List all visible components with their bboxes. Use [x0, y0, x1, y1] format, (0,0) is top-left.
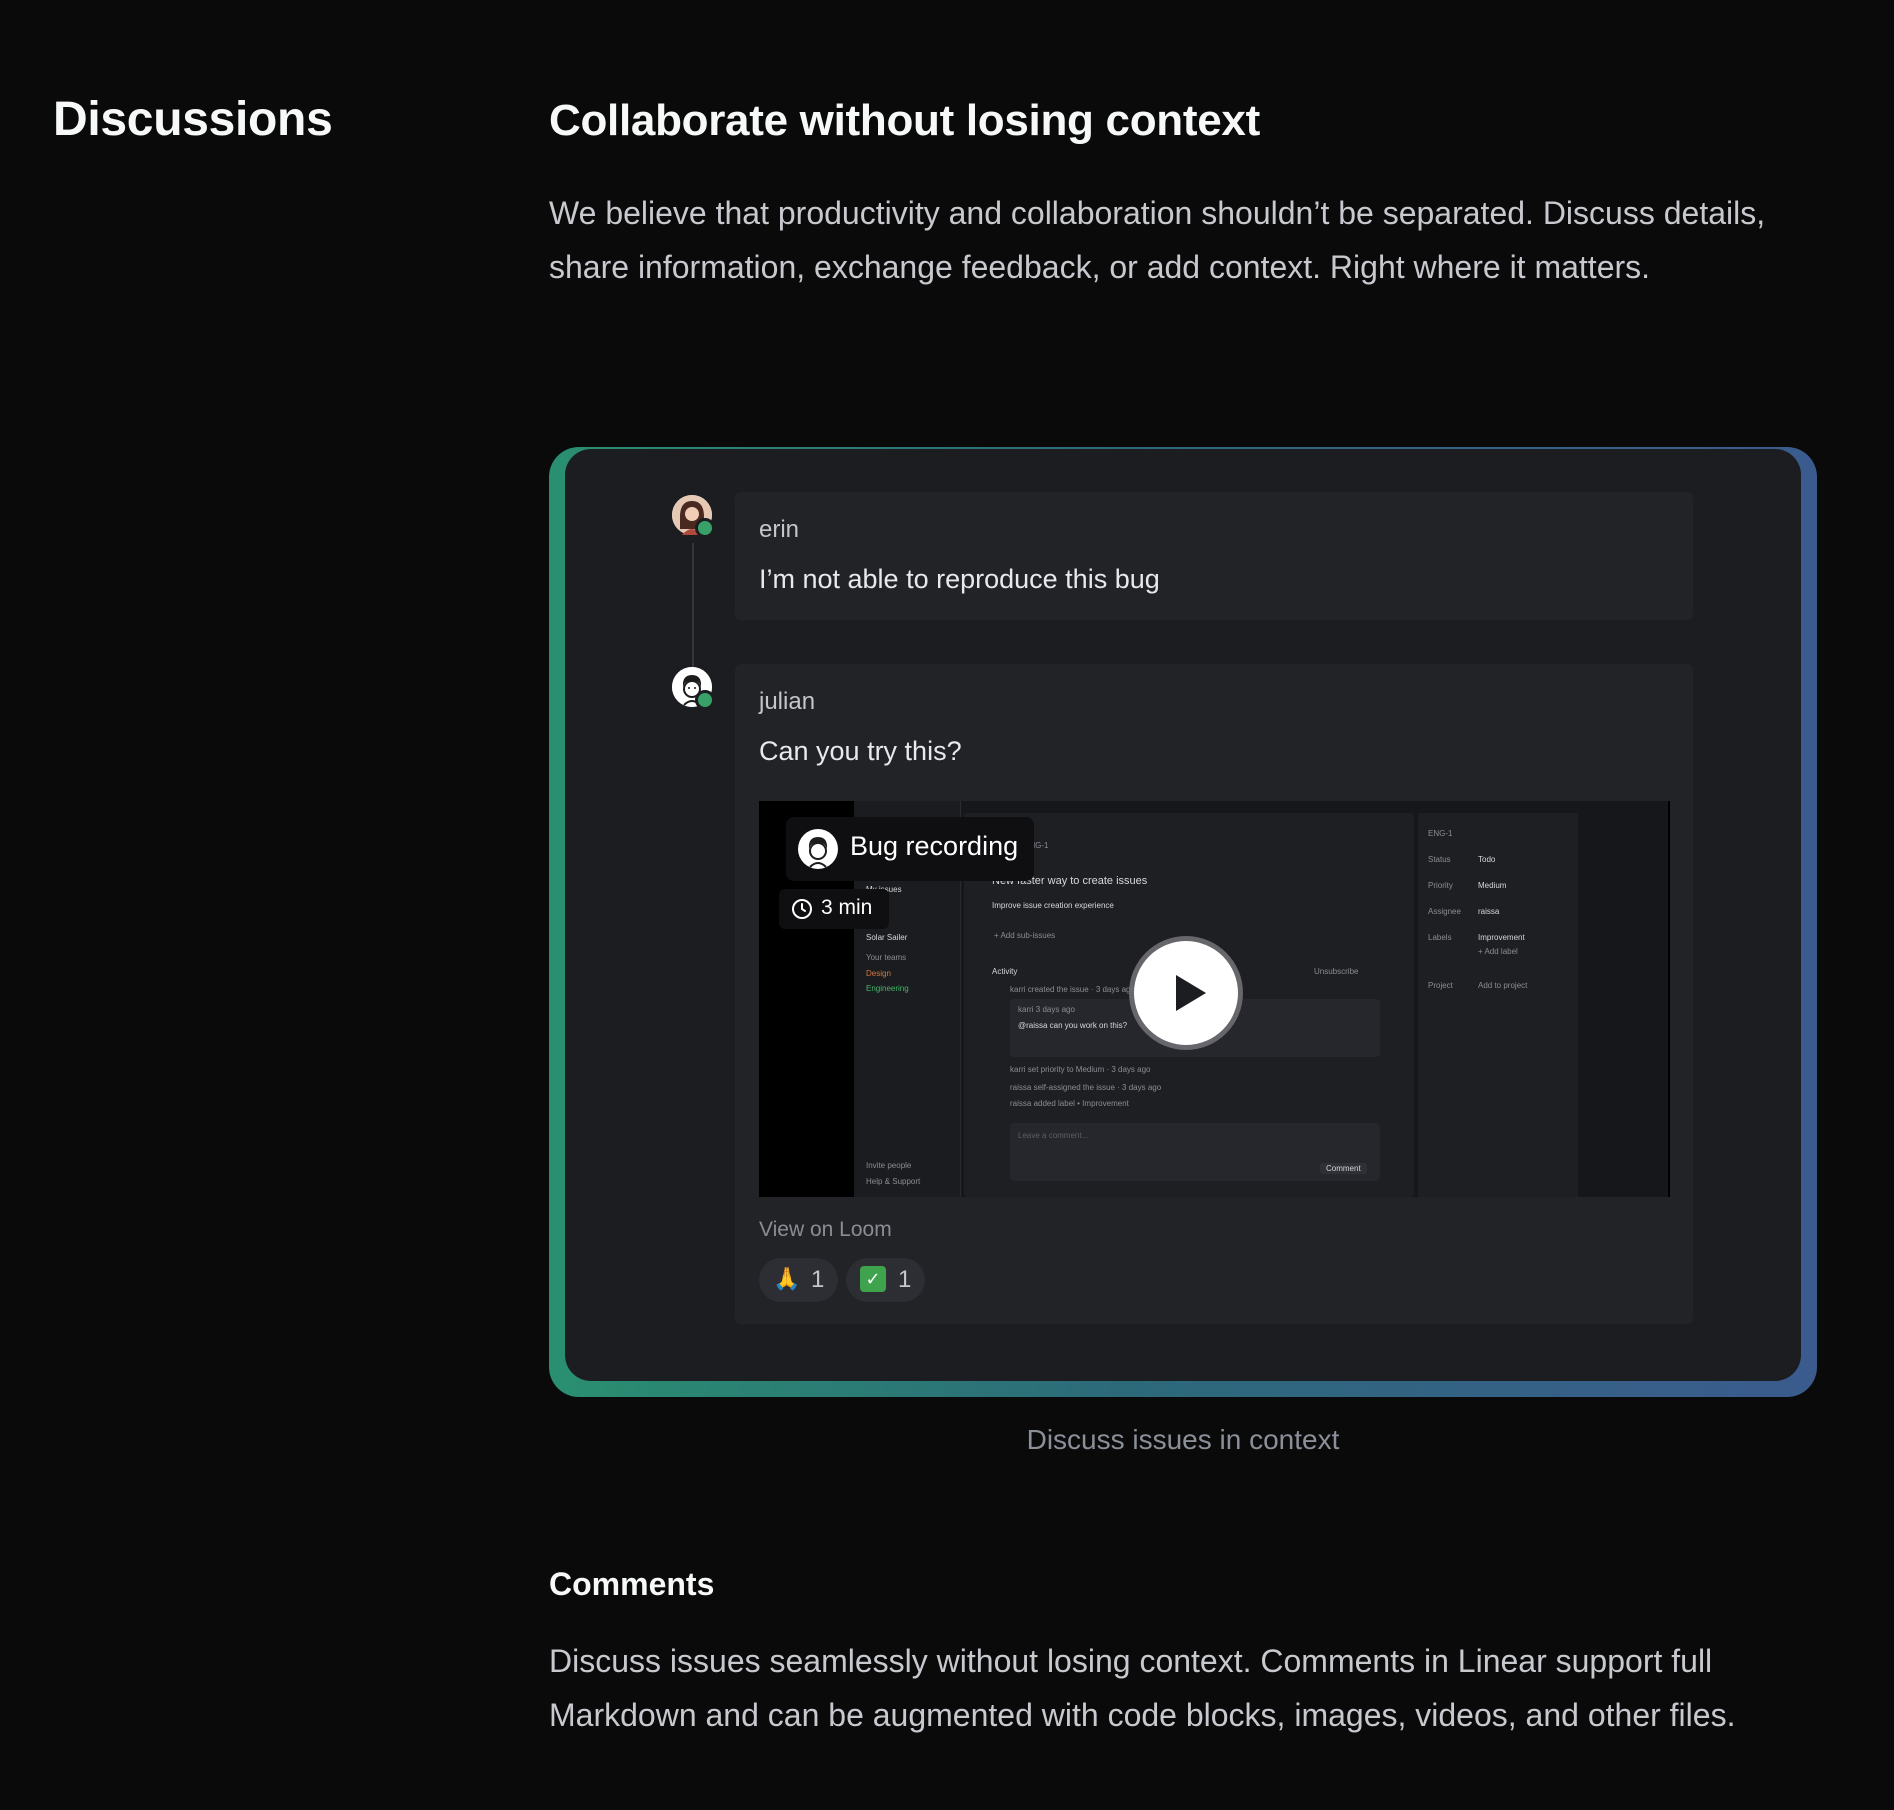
view-on-loom-link[interactable]: View on Loom [759, 1218, 892, 1242]
thumbnail-properties: ENG-1 Status Todo Priority Medium Assign… [1418, 813, 1578, 1197]
figure-caption: Discuss issues in context [1026, 1424, 1340, 1455]
thumb-text: Leave a comment... [1018, 1131, 1089, 1140]
thumb-text: Assignee [1428, 907, 1461, 916]
recording-title-badge: Bug recording [786, 817, 1034, 881]
comments-description: Discuss issues seamlessly without losing… [549, 1643, 1736, 1733]
section-label: Discussions [53, 93, 333, 146]
avatar-julian[interactable] [672, 667, 715, 710]
reaction-count: 1 [898, 1266, 912, 1293]
video-attachment[interactable]: My issues Solar Sailer Your teams Design… [759, 801, 1670, 1197]
online-status-indicator [695, 518, 715, 538]
comment-card: julian Can you try this? My issues Solar… [735, 664, 1693, 1324]
thumb-text: Design [866, 969, 891, 978]
reaction-count: 1 [811, 1266, 825, 1293]
thumb-text: Priority [1428, 881, 1453, 890]
thumb-text: karri 3 days ago [1018, 1005, 1075, 1014]
check-mark-icon: ✓ [860, 1266, 886, 1292]
thumb-text: Add to project [1478, 981, 1528, 990]
clock-icon [792, 899, 812, 919]
thumb-text: Medium [1478, 881, 1507, 890]
thumb-text: karri created the issue · 3 days ago [1010, 985, 1135, 994]
thumb-text: Improve issue creation experience [992, 901, 1114, 910]
video-duration: 3 min [821, 896, 873, 919]
thumb-text: raissa added label • Improvement [1010, 1099, 1129, 1108]
thumb-text: Unsubscribe [1314, 967, 1359, 976]
thumb-text: Labels [1428, 933, 1452, 942]
thumb-text: Your teams [866, 953, 907, 962]
thumb-text: Status [1428, 855, 1451, 864]
discussion-preview-frame: erin I’m not able to reproduce this bug … [549, 447, 1817, 1397]
feature-title: Collaborate without losing context [549, 96, 1260, 145]
thumb-text: Invite people [866, 1161, 912, 1170]
thumb-text: karri set priority to Medium · 3 days ag… [1010, 1065, 1151, 1074]
thumb-comment-input: Leave a comment... Comment [1010, 1123, 1380, 1181]
comment-author[interactable]: julian [759, 688, 815, 716]
thumb-text: @raissa can you work on this? [1018, 1021, 1128, 1030]
thumb-text: raissa [1478, 907, 1500, 916]
discussion-thread: erin I’m not able to reproduce this bug … [565, 449, 1801, 1381]
comments-heading: Comments [549, 1566, 715, 1602]
thumb-text: Comment [1320, 1163, 1367, 1174]
loom-avatar-icon [798, 829, 838, 869]
thumb-text: + Add label [1478, 947, 1518, 956]
thumb-text: Todo [1478, 855, 1496, 864]
thumb-text: Activity [992, 967, 1018, 976]
comment-body: I’m not able to reproduce this bug [759, 564, 1160, 594]
thumb-text: Improvement [1478, 933, 1525, 942]
thumb-text: raissa self-assigned the issue · 3 days … [1010, 1083, 1162, 1092]
folded-hands-icon: 🙏 [773, 1266, 801, 1291]
thumb-text: Project [1428, 981, 1453, 990]
feature-description: We believe that productivity and collabo… [549, 195, 1766, 285]
reaction-button[interactable]: 🙏 1 [759, 1258, 838, 1302]
comment-body: Can you try this? [759, 736, 962, 766]
thumb-text: Help & Support [866, 1177, 921, 1186]
thumb-text: + Add sub-issues [994, 931, 1056, 940]
comment-author[interactable]: erin [759, 516, 799, 544]
thumb-text: Solar Sailer [866, 933, 908, 942]
play-button[interactable] [1134, 941, 1238, 1045]
avatar-erin[interactable] [672, 495, 715, 538]
reaction-button[interactable]: ✓ 1 [846, 1258, 925, 1302]
comment-card: erin I’m not able to reproduce this bug [735, 492, 1693, 620]
duration-badge: 3 min [779, 889, 889, 929]
play-icon [1176, 975, 1206, 1011]
video-title: Bug recording [850, 831, 1019, 861]
thumb-text: Engineering [866, 984, 909, 993]
thumb-text: ENG-1 [1428, 829, 1453, 838]
online-status-indicator [695, 690, 715, 710]
